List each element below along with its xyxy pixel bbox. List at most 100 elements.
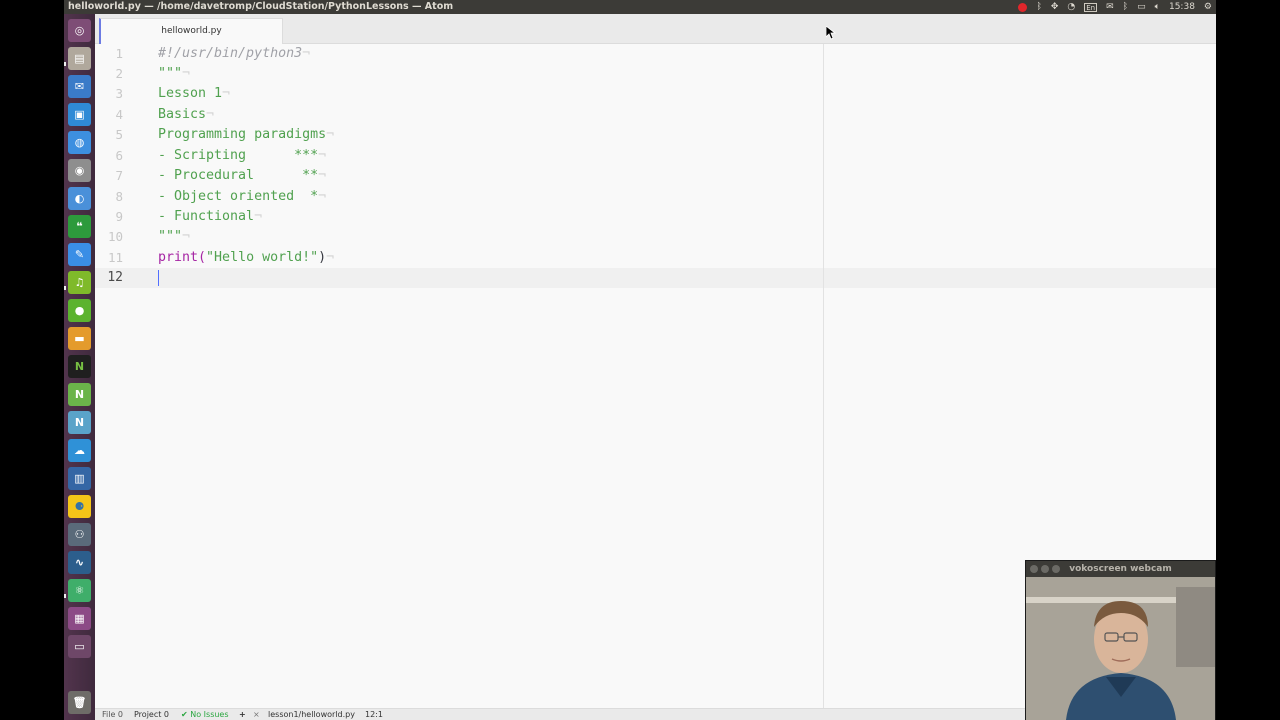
eol-marker: ¬	[206, 107, 215, 122]
webcam-video-feed	[1026, 577, 1215, 720]
eol-marker: ¬	[318, 148, 327, 163]
eol-marker: ¬	[326, 250, 335, 265]
gear-icon[interactable]: ⚙	[1204, 2, 1212, 12]
code-line: - Object oriented *¬	[158, 187, 326, 207]
chromium-icon[interactable]: ◐	[68, 187, 91, 210]
wireshark-icon[interactable]: ∿	[68, 551, 91, 574]
eol-marker: ¬	[326, 127, 335, 142]
add-icon[interactable]: +	[239, 709, 246, 720]
files-icon[interactable]: ▤	[68, 47, 91, 70]
webcam-window[interactable]: vokoscreen webcam	[1025, 560, 1216, 720]
atom-icon[interactable]: ⚛	[68, 579, 91, 602]
code-string: "Hello world!"	[206, 250, 319, 265]
cloud-station-icon[interactable]: ☁	[68, 439, 91, 462]
code-text: #!/usr/bin/python3	[158, 46, 303, 61]
camera-icon[interactable]: ◉	[68, 159, 91, 182]
keyboard-layout-indicator[interactable]: En	[1084, 2, 1098, 12]
code-text: - Object oriented *	[158, 189, 319, 204]
chat-icon[interactable]: ◍	[68, 131, 91, 154]
running-indicator	[64, 62, 66, 66]
system-monitor-icon[interactable]: ▥	[68, 467, 91, 490]
status-cursor-position[interactable]: 12:1	[365, 709, 383, 720]
code-line: print("Hello world!")¬	[158, 248, 334, 268]
code-line: - Scripting ***¬	[158, 146, 326, 166]
eol-marker: ¬	[254, 209, 263, 224]
battery-icon[interactable]: ▭	[1137, 2, 1146, 12]
code-line: """¬	[158, 227, 190, 247]
record-indicator-icon[interactable]	[1018, 2, 1028, 12]
code-punct: )	[318, 250, 327, 265]
wifi-icon[interactable]: ◔	[1067, 2, 1075, 12]
code-line: Lesson 1¬	[158, 84, 230, 104]
status-project-count[interactable]: Project 0	[134, 709, 169, 720]
notepad-icon[interactable]: N	[68, 355, 91, 378]
code-text: """	[158, 229, 183, 244]
running-indicator	[64, 286, 66, 290]
launcher: ◎ ▤ ✉ ▣ ◍ ◉ ◐ ❝ ✎ ♫ ● ▬ N N N ☁ ▥ ⚈ ⚇ ∿ …	[64, 14, 95, 720]
minimize-icon[interactable]	[1041, 565, 1049, 573]
line-number: 3	[115, 86, 123, 101]
eol-marker: ¬	[222, 86, 231, 101]
code-text: Programming paradigms	[158, 127, 327, 142]
line-number: 5	[115, 127, 123, 142]
window-title: helloworld.py — /home/davetromp/CloudSta…	[68, 1, 454, 12]
tab-bar: helloworld.py	[95, 14, 1216, 44]
webcam-person-image	[1026, 577, 1215, 720]
notepad-third-icon[interactable]: N	[68, 411, 91, 434]
postgres-icon[interactable]: ⚇	[68, 523, 91, 546]
code-function: print(	[158, 250, 207, 265]
line-number: 10	[107, 229, 123, 244]
text-editor-icon[interactable]: ✎	[68, 243, 91, 266]
text-caret	[158, 270, 159, 286]
eol-marker: ¬	[318, 189, 327, 204]
cursor-line-highlight	[95, 268, 1216, 288]
code-text: Lesson 1	[158, 86, 223, 101]
status-file-path[interactable]: lesson1/helloworld.py	[268, 709, 355, 720]
desktop: helloworld.py — /home/davetromp/CloudSta…	[64, 0, 1216, 720]
eol-marker: ¬	[302, 46, 311, 61]
close-icon[interactable]	[1030, 565, 1038, 573]
workspace-switcher-icon[interactable]: ▦	[68, 607, 91, 630]
status-file-count[interactable]: File 0	[102, 709, 123, 720]
line-number: 7	[115, 168, 123, 183]
code-line: Programming paradigms¬	[158, 125, 334, 145]
mouse-pointer-icon	[826, 26, 836, 40]
code-line: Basics¬	[158, 105, 214, 125]
bluetooth-icon[interactable]: ᛒ	[1036, 2, 1041, 12]
trash-icon[interactable]: 🗑︎	[68, 691, 91, 714]
music-player-icon[interactable]: ♫	[68, 271, 91, 294]
close-icon[interactable]: ×	[253, 709, 260, 720]
line-number: 4	[115, 107, 123, 122]
webcam-title: vokoscreen webcam	[1069, 564, 1172, 574]
maximize-icon[interactable]	[1052, 565, 1060, 573]
line-number-active: 12	[107, 270, 123, 285]
line-number: 11	[107, 250, 123, 265]
volume-icon[interactable]: 🔈︎	[1155, 2, 1160, 12]
code-text: """	[158, 66, 183, 81]
wrap-guide	[823, 44, 824, 708]
dash-home-icon[interactable]: ◎	[68, 19, 91, 42]
thunderbird-icon[interactable]: ✉	[68, 75, 91, 98]
hangouts-icon[interactable]: ❝	[68, 215, 91, 238]
code-text: - Scripting ***	[158, 148, 319, 163]
screenshot-icon[interactable]: ▣	[68, 103, 91, 126]
code-text: - Procedural **	[158, 168, 319, 183]
line-number-gutter[interactable]: 1 2 3 4 5 6 7 8 9 10 11 12	[95, 44, 155, 708]
line-number: 9	[115, 209, 123, 224]
dropbox-icon[interactable]: ✥	[1051, 2, 1059, 12]
tab-helloworld[interactable]: helloworld.py	[99, 18, 283, 44]
mail-icon[interactable]: ✉	[1106, 2, 1114, 12]
webcam-title-bar[interactable]: vokoscreen webcam	[1026, 561, 1215, 577]
notepad-alt-icon[interactable]: N	[68, 383, 91, 406]
eol-marker: ¬	[318, 168, 327, 183]
bluetooth-status-icon[interactable]: ᛒ	[1123, 2, 1128, 12]
folder-icon[interactable]: ▬	[68, 327, 91, 350]
messenger-icon[interactable]: ●	[68, 299, 91, 322]
python-icon[interactable]: ⚈	[68, 495, 91, 518]
clock[interactable]: 15:38	[1169, 2, 1195, 12]
line-number: 1	[115, 46, 123, 61]
status-linter-issues[interactable]: ✔ No Issues	[181, 709, 229, 720]
eol-marker: ¬	[182, 229, 191, 244]
indicator-area: ᛒ ✥ ◔ En ✉ ᛒ ▭ 🔈︎ 15:38 ⚙	[1018, 0, 1212, 14]
drive-icon[interactable]: ▭	[68, 635, 91, 658]
